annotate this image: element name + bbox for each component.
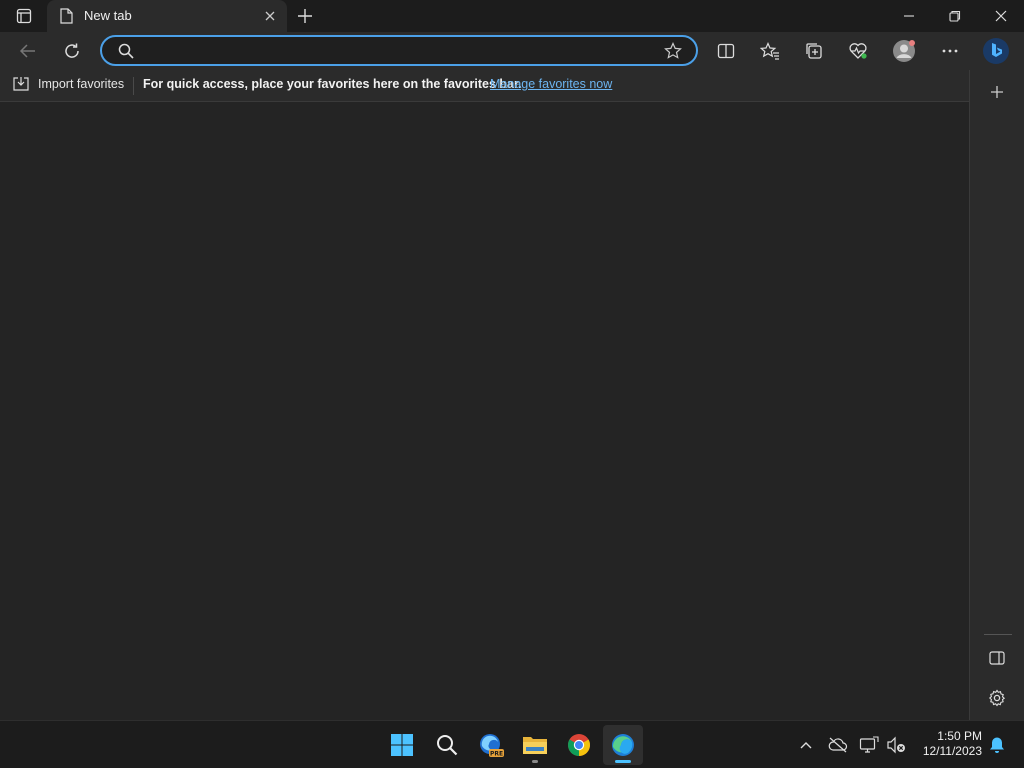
onedrive-button[interactable] bbox=[826, 733, 850, 757]
refresh-button[interactable] bbox=[56, 36, 88, 66]
network-button[interactable] bbox=[857, 733, 881, 757]
favorites-button[interactable] bbox=[754, 36, 786, 66]
minimize-button[interactable] bbox=[886, 0, 932, 32]
taskbar: PRE 1:50 PM 12/11/2023 bbox=[0, 720, 1024, 768]
add-favorite-star-icon[interactable] bbox=[664, 42, 682, 60]
favorites-hint-text: For quick access, place your favorites h… bbox=[143, 77, 522, 91]
plus-icon bbox=[298, 9, 312, 23]
running-indicator bbox=[532, 760, 538, 763]
copilot-button[interactable] bbox=[980, 36, 1012, 66]
split-screen-icon bbox=[717, 43, 735, 59]
bell-icon bbox=[990, 737, 1004, 753]
new-tab-button[interactable] bbox=[293, 4, 317, 28]
chrome-button[interactable] bbox=[559, 725, 599, 765]
close-icon bbox=[995, 10, 1007, 22]
clock[interactable]: 1:50 PM 12/11/2023 bbox=[912, 729, 982, 759]
sidebar-divider bbox=[984, 634, 1012, 635]
taskbar-search-button[interactable] bbox=[427, 725, 467, 765]
minimize-icon bbox=[904, 15, 914, 17]
show-hidden-icons-button[interactable] bbox=[794, 733, 818, 757]
chrome-icon bbox=[568, 734, 590, 756]
clock-time: 1:50 PM bbox=[937, 729, 982, 743]
tab-title: New tab bbox=[84, 8, 132, 23]
address-input[interactable] bbox=[146, 42, 646, 60]
edge-preview-badge: PRE bbox=[490, 750, 503, 757]
import-favorites-label: Import favorites bbox=[38, 77, 125, 91]
restore-button[interactable] bbox=[932, 0, 978, 32]
split-screen-button[interactable] bbox=[710, 36, 742, 66]
browser-essentials-button[interactable] bbox=[842, 36, 874, 66]
manage-favorites-link[interactable]: Manage favorites now bbox=[490, 77, 612, 91]
avatar bbox=[893, 40, 915, 62]
active-indicator bbox=[615, 760, 631, 763]
notifications-button[interactable] bbox=[985, 733, 1009, 757]
plus-icon bbox=[991, 86, 1003, 98]
sidebar-add-button[interactable] bbox=[984, 79, 1010, 105]
navigation-toolbar bbox=[0, 32, 1024, 70]
cloud-offline-icon bbox=[828, 737, 848, 753]
search-icon bbox=[118, 43, 134, 59]
page-icon bbox=[60, 8, 73, 24]
chevron-up-icon bbox=[800, 742, 812, 749]
collections-icon bbox=[806, 43, 822, 59]
sidebar bbox=[969, 70, 1024, 720]
search-icon bbox=[437, 735, 458, 756]
clock-date: 12/11/2023 bbox=[922, 744, 982, 758]
volume-button[interactable] bbox=[884, 733, 908, 757]
refresh-icon bbox=[65, 43, 79, 58]
profile-button[interactable] bbox=[888, 36, 920, 66]
file-explorer-icon bbox=[523, 737, 547, 754]
address-bar[interactable] bbox=[100, 35, 698, 66]
favorites-icon bbox=[760, 42, 779, 60]
heart-pulse-icon bbox=[849, 43, 867, 59]
back-arrow-icon bbox=[19, 44, 35, 58]
tab-actions-button[interactable] bbox=[0, 0, 47, 32]
edge-preview-icon: PRE bbox=[480, 734, 504, 757]
close-tab-icon[interactable] bbox=[263, 9, 277, 23]
edge-button[interactable] bbox=[603, 725, 643, 765]
file-explorer-button[interactable] bbox=[515, 725, 555, 765]
close-window-button[interactable] bbox=[978, 0, 1024, 32]
start-icon bbox=[391, 734, 413, 756]
restore-icon bbox=[949, 10, 961, 22]
tab-actions-icon bbox=[16, 8, 31, 24]
edge-icon bbox=[612, 734, 634, 756]
sidebar-panel-icon bbox=[989, 651, 1005, 665]
network-icon bbox=[859, 736, 879, 753]
page-content[interactable] bbox=[0, 102, 969, 720]
sidebar-settings-button[interactable] bbox=[984, 685, 1010, 711]
gear-icon bbox=[988, 689, 1006, 707]
bing-chat-icon bbox=[983, 38, 1009, 64]
import-icon bbox=[13, 77, 29, 91]
volume-muted-icon bbox=[887, 736, 905, 754]
more-horizontal-icon bbox=[942, 49, 958, 53]
hide-sidebar-button[interactable] bbox=[984, 645, 1010, 671]
collections-button[interactable] bbox=[798, 36, 830, 66]
favorites-divider bbox=[133, 77, 134, 95]
tab-new-tab[interactable]: New tab bbox=[47, 0, 287, 32]
title-bar: New tab bbox=[0, 0, 1024, 32]
edge-preview-button[interactable]: PRE bbox=[471, 725, 511, 765]
settings-and-more-button[interactable] bbox=[934, 36, 966, 66]
import-favorites-button[interactable]: Import favorites bbox=[12, 76, 124, 92]
favorites-bar: Import favorites For quick access, place… bbox=[0, 70, 969, 102]
start-button[interactable] bbox=[382, 725, 422, 765]
back-button[interactable] bbox=[12, 36, 44, 66]
